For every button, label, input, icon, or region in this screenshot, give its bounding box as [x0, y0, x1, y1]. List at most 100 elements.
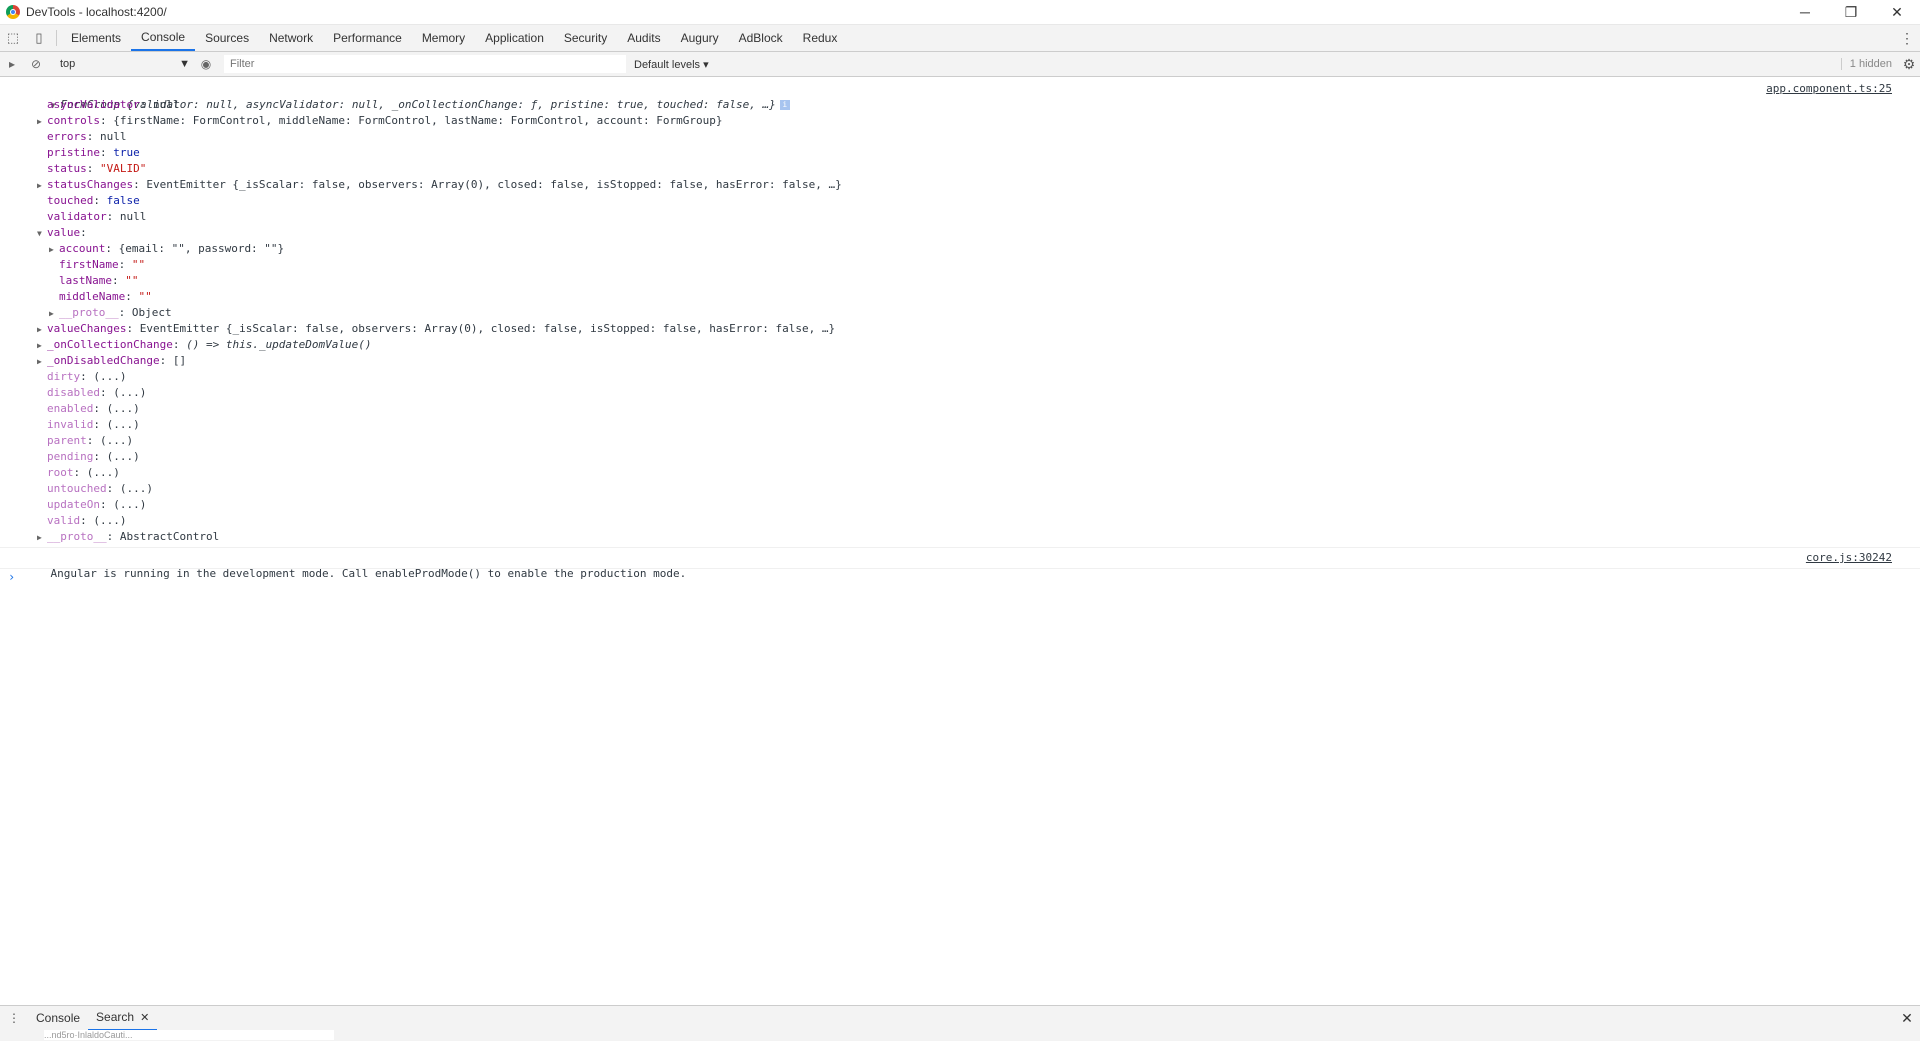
getter-row[interactable]: parent: (...) [0, 433, 1920, 449]
prop-row[interactable]: ▶ _onDisabledChange: [] [0, 353, 1920, 369]
prop-key: pristine [47, 146, 100, 159]
source-link[interactable]: core.js:30242 [1806, 550, 1892, 566]
prop-value: {firstName: FormControl, middleName: For… [113, 114, 723, 127]
getter-row[interactable]: root: (...) [0, 465, 1920, 481]
entry-divider [0, 547, 1920, 548]
getter-key: invalid [47, 418, 94, 431]
getter-key: parent [47, 434, 87, 447]
drawer-menu-icon[interactable]: ⋮ [0, 1011, 28, 1025]
getter-row[interactable]: disabled: (...) [0, 385, 1920, 401]
getter-key: pending [47, 450, 94, 463]
console-output: ▼ FormGroup {validator: null, asyncValida… [0, 77, 1920, 585]
hidden-count: 1 hidden [1840, 58, 1898, 70]
prop-row[interactable]: ▼ value: [0, 225, 1920, 241]
prop-row[interactable]: ▶ _onCollectionChange: () => this._update… [0, 337, 1920, 353]
tab-security[interactable]: Security [554, 25, 617, 51]
tab-separator [56, 30, 57, 46]
source-link[interactable]: app.component.ts:25 [1766, 81, 1892, 97]
getter-key: enabled [47, 402, 94, 415]
prop-value: true [113, 146, 140, 159]
expand-arrow-icon: ▶ [37, 181, 42, 190]
getter-row[interactable]: dirty: (...) [0, 369, 1920, 385]
close-tab-icon[interactable]: ✕ [140, 1011, 149, 1024]
getter-value: (...) [100, 434, 134, 447]
tab-augury[interactable]: Augury [671, 25, 729, 51]
prop-row[interactable]: ▶ account: {email: "", password: ""} [0, 241, 1920, 257]
prop-key: __proto__ [59, 306, 119, 319]
device-toolbar-icon[interactable]: ▯ [26, 25, 52, 51]
clear-console-icon[interactable]: ⊘ [24, 57, 48, 71]
tab-redux[interactable]: Redux [793, 25, 848, 51]
getter-key: untouched [47, 482, 107, 495]
prop-key: account [59, 242, 106, 255]
prop-key: firstName [59, 258, 119, 271]
getter-row[interactable]: enabled: (...) [0, 401, 1920, 417]
minimize-button[interactable]: ─ [1782, 2, 1828, 22]
getter-value: (...) [93, 370, 127, 383]
gear-icon[interactable]: ⚙ [1898, 56, 1920, 73]
prop-value: [] [172, 354, 187, 367]
getter-value: (...) [106, 450, 140, 463]
getter-row[interactable]: updateOn: (...) [0, 497, 1920, 513]
context-value: top [60, 58, 76, 70]
prop-key: asyncValidator [47, 98, 140, 111]
prop-key: touched [47, 194, 94, 207]
tab-memory[interactable]: Memory [412, 25, 475, 51]
drawer-tab-search[interactable]: Search ✕ [88, 1005, 158, 1031]
tab-application[interactable]: Application [475, 25, 554, 51]
prop-value: "VALID" [100, 162, 147, 175]
getter-key: dirty [47, 370, 81, 383]
prop-value: Object [131, 306, 172, 319]
log-levels-dropdown[interactable]: Default levels ▾ [634, 58, 709, 71]
prop-row[interactable]: ▶ controls: {firstName: FormControl, midd… [0, 113, 1920, 129]
log-entry-formgroup[interactable]: ▼ FormGroup {validator: null, asyncValida… [0, 81, 1920, 111]
prop-value: null [100, 130, 127, 143]
console-prompt[interactable]: › [0, 569, 1920, 585]
prop-row: validator: null [47, 210, 147, 223]
prop-row[interactable]: ▶ valueChanges: EventEmitter {_isScalar: … [0, 321, 1920, 337]
getter-list: dirty: (...) disabled: (...) enabled: (.… [0, 369, 1920, 529]
getter-value: (...) [93, 514, 127, 527]
tab-network[interactable]: Network [259, 25, 323, 51]
prop-key: errors [47, 130, 87, 143]
close-drawer-icon[interactable]: ✕ [1894, 1010, 1920, 1027]
inspect-element-icon[interactable]: ⬚ [0, 25, 26, 51]
tab-performance[interactable]: Performance [323, 25, 412, 51]
prop-row[interactable]: ▶ __proto__: Object [0, 305, 1920, 321]
prop-row: touched: false [47, 194, 140, 207]
prop-value: "" [125, 274, 139, 287]
prop-key: lastName [59, 274, 112, 287]
tab-sources[interactable]: Sources [195, 25, 259, 51]
prop-key: __proto__ [47, 530, 107, 543]
sidebar-toggle-icon[interactable]: ▸ [0, 57, 24, 71]
close-window-button[interactable]: ✕ [1874, 2, 1920, 22]
filter-input[interactable] [224, 55, 626, 73]
prop-value: () => this._updateDomValue() [186, 338, 372, 351]
eye-icon[interactable]: ◉ [194, 57, 218, 71]
tab-elements[interactable]: Elements [61, 25, 131, 51]
more-options-icon[interactable]: ⋮ [1894, 25, 1920, 51]
tab-adblock[interactable]: AdBlock [729, 25, 793, 51]
tab-audits[interactable]: Audits [617, 25, 670, 51]
restore-button[interactable]: ❐ [1828, 2, 1874, 22]
prop-row[interactable]: ▶ statusChanges: EventEmitter {_isScalar:… [0, 177, 1920, 193]
window-title: DevTools - localhost:4200/ [26, 5, 167, 19]
bottom-drawer: ⋮ Console Search ✕ ✕ ...nd5ro·InlaldoCau… [0, 1005, 1920, 1041]
search-input[interactable]: ...nd5ro·InlaldoCauti... [44, 1030, 334, 1040]
getter-key: updateOn [47, 498, 100, 511]
window-titlebar: DevTools - localhost:4200/ ─ ❐ ✕ [0, 0, 1920, 25]
prop-row[interactable]: ▶ __proto__: AbstractControl [0, 529, 1920, 545]
getter-row[interactable]: pending: (...) [0, 449, 1920, 465]
getter-row[interactable]: invalid: (...) [0, 417, 1920, 433]
prop-value: AbstractControl [119, 530, 220, 543]
drawer-tab-console[interactable]: Console [28, 1006, 88, 1030]
getter-row[interactable]: untouched: (...) [0, 481, 1920, 497]
tab-console[interactable]: Console [131, 25, 196, 51]
drawer-tabs: ⋮ Console Search ✕ ✕ [0, 1005, 1920, 1031]
context-select[interactable]: top ▼ [56, 55, 194, 73]
getter-key: root [47, 466, 74, 479]
getter-value: (...) [113, 386, 147, 399]
expand-arrow-icon: ▶ [37, 117, 42, 126]
getter-row[interactable]: valid: (...) [0, 513, 1920, 529]
prop-row: status: "VALID" [47, 162, 147, 175]
